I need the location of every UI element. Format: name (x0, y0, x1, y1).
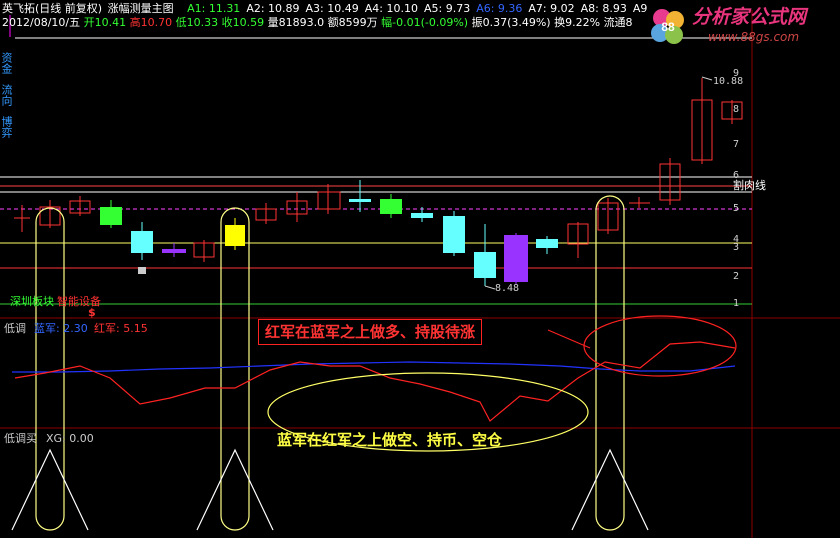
candle (629, 197, 650, 208)
side-tab[interactable]: 博弈 (0, 116, 13, 138)
low-price-marker: 8.48 (495, 283, 520, 294)
price-tick: 7 (733, 139, 740, 150)
candle (567, 222, 589, 258)
a-value: A9 (632, 2, 648, 15)
volume-value: 量81893.0 (267, 16, 325, 29)
xg-label: XG: 0.00 (46, 432, 94, 445)
price-tick: 5 (733, 203, 740, 214)
left-side-tabs: 资金 流向 博弈 (0, 52, 13, 138)
close-value: 收10.59 (221, 16, 265, 29)
open-value: 开10.41 (83, 16, 127, 29)
side-tab[interactable]: 资金 (0, 52, 13, 74)
sector-label: 深圳板块 (10, 295, 54, 308)
high-marker-line (701, 76, 713, 81)
red-army-line (14, 341, 736, 422)
buy-signal-triangle (571, 448, 649, 531)
low-marker-line (484, 285, 496, 290)
candle (193, 240, 215, 262)
candle (597, 198, 619, 234)
a-value: A7: 9.02 (528, 2, 575, 15)
candle (100, 200, 122, 228)
blue-note-text: 蓝军在红军之上做空、持币、空仓 (277, 431, 503, 449)
blue-army-label: 蓝军: 2.30 (34, 322, 88, 335)
blue-army-line (12, 361, 736, 373)
a-value: A1: 11.31 (187, 2, 241, 15)
stock-title: 英飞拓(日线 前复权) (2, 2, 103, 15)
change-value: 幅-0.01(-0.09%) (381, 16, 469, 29)
price-tick: 2 (733, 271, 740, 282)
amplitude-value: 振0.37(3.49%) (471, 16, 551, 29)
candle (504, 233, 528, 284)
meat-line-label: 割肉线 (733, 179, 766, 192)
signal-highlight-box (220, 207, 250, 531)
dollar-marker: $ (88, 306, 96, 319)
candle (39, 200, 61, 228)
buy-signal-triangle (196, 448, 274, 531)
candle (659, 158, 681, 205)
candle (131, 222, 153, 260)
red-army-label: 红军: 5.15 (94, 322, 148, 335)
float-value: 流通8 (603, 16, 633, 29)
a-value: A5: 9.73 (423, 2, 471, 15)
a-value: A2: 10.89 (246, 2, 300, 15)
watermark-url: www.88gs.com (708, 30, 800, 44)
candle (69, 196, 91, 216)
signal-highlight-box (35, 207, 65, 531)
a-value: A8: 8.93 (580, 2, 627, 15)
high-price-marker: 10.88 (713, 76, 744, 87)
red-note-text: 红军在蓝军之上做多、持股待涨 (265, 323, 476, 341)
marker-square (138, 267, 146, 274)
price-tick: 3 (733, 242, 740, 253)
candle (317, 184, 341, 214)
side-tab[interactable]: 流向 (0, 84, 13, 106)
svg-text:88: 88 (661, 20, 675, 34)
date-label: 2012/08/10/五 (2, 16, 81, 29)
candlesticks (14, 78, 743, 286)
site-watermark: 88 分析家公式网 www.88gs.com (648, 4, 838, 52)
pane3-title: 低调买 (4, 432, 37, 445)
watermark-title: 分析家公式网 (692, 6, 807, 28)
a-value: A6: 9.36 (476, 2, 523, 15)
candle (286, 192, 308, 222)
amount-value: 额8599万 (327, 16, 378, 29)
price-tick: 8 (733, 104, 740, 115)
red-note-pointer (547, 329, 591, 349)
a-value: A3: 10.49 (305, 2, 359, 15)
candle (255, 203, 277, 224)
chart-header-line2: 2012/08/10/五 开10.41 高10.70 低10.33 收10.59… (2, 16, 633, 29)
candle (536, 236, 558, 254)
pane2-title: 低调 (4, 322, 26, 335)
watermark-logo-icon: 88 (651, 9, 684, 44)
candle (443, 211, 465, 256)
a-value: A4: 10.10 (364, 2, 418, 15)
candle (225, 218, 245, 250)
candle (474, 224, 496, 286)
red-note-box: 红军在蓝军之上做多、持股待涨 (258, 319, 483, 345)
indicator-title: 涨幅测量主图 (107, 2, 174, 15)
chart-header-line1: 英飞拓(日线 前复权) 涨幅测量主图 A1: 11.31 A2: 10.89 A3:… (2, 2, 653, 15)
candle (380, 194, 402, 218)
buy-signal-triangle (11, 448, 89, 531)
turnover-value: 换9.22% (554, 16, 601, 29)
a-values: A1: 11.31 A2: 10.89 A3: 10.49 A4: 10.10 A5: … (187, 2, 653, 15)
low-value: 低10.33 (175, 16, 219, 29)
high-value: 高10.70 (129, 16, 173, 29)
red-annotation-ellipse (583, 315, 737, 377)
candle (691, 78, 713, 164)
candle (349, 180, 371, 212)
candle (162, 243, 186, 257)
price-tick: 1 (733, 298, 740, 309)
